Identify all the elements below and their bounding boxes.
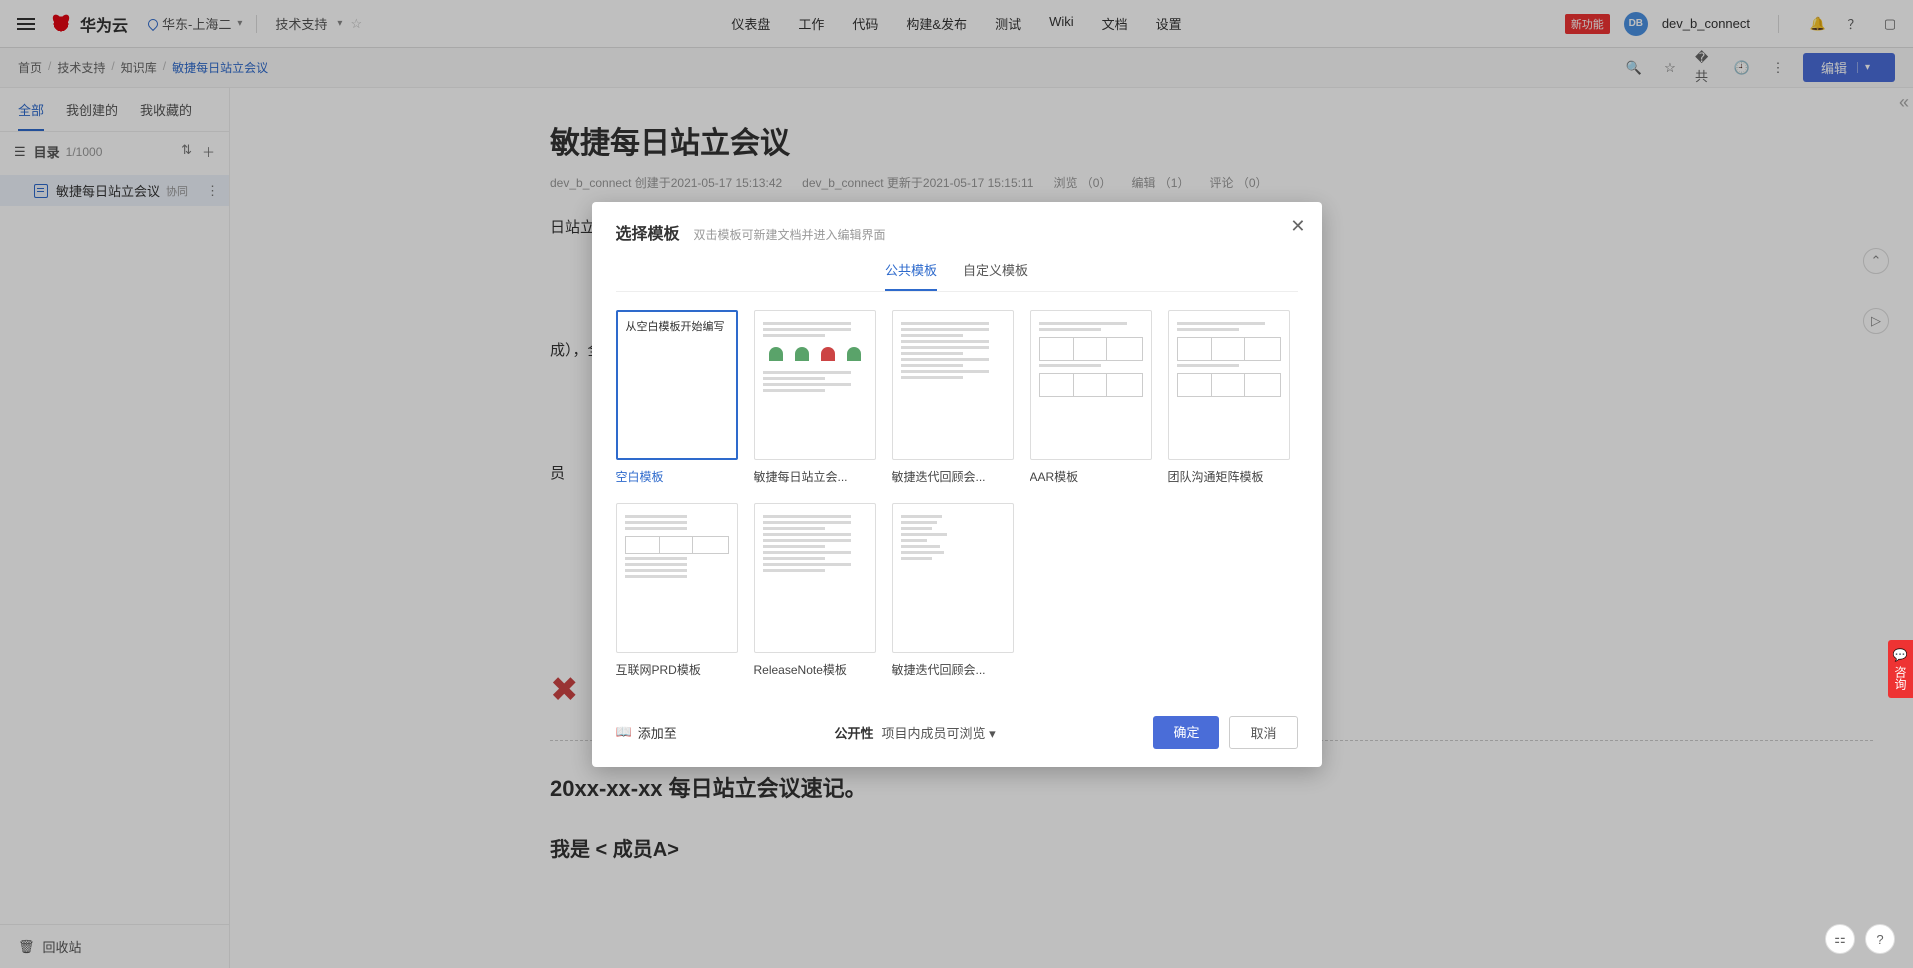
feedback-icon[interactable]: ⚏ xyxy=(1825,924,1855,954)
template-label: ReleaseNote模板 xyxy=(754,661,876,678)
modal-subtitle: 双击模板可新建文档并进入编辑界面 xyxy=(694,226,886,243)
ok-button[interactable]: 确定 xyxy=(1153,716,1219,749)
template-label: 空白模板 xyxy=(616,468,738,485)
cancel-button[interactable]: 取消 xyxy=(1229,716,1297,749)
modal-overlay: 选择模板 双击模板可新建文档并进入编辑界面 ✕ 公共模板 自定义模板 从空白模板… xyxy=(0,0,1913,968)
chat-icon: 💬 xyxy=(1893,648,1907,663)
template-card[interactable]: 敏捷每日站立会... xyxy=(754,310,876,485)
visibility-value[interactable]: 项目内成员可浏览 ▾ xyxy=(882,723,996,742)
book-icon: 📖 xyxy=(616,724,632,740)
modal-tab-public[interactable]: 公共模板 xyxy=(885,260,937,291)
close-icon[interactable]: ✕ xyxy=(1290,216,1305,237)
consult-tab[interactable]: 💬 咨询 xyxy=(1888,640,1913,698)
template-label: 敏捷迭代回顾会... xyxy=(892,468,1014,485)
visibility-label: 公开性 xyxy=(835,723,874,742)
template-card[interactable]: 敏捷迭代回顾会... xyxy=(892,310,1014,485)
modal-title: 选择模板 xyxy=(616,220,680,244)
template-card[interactable]: 敏捷迭代回顾会... xyxy=(892,503,1014,678)
template-modal: 选择模板 双击模板可新建文档并进入编辑界面 ✕ 公共模板 自定义模板 从空白模板… xyxy=(592,202,1322,767)
template-label: 敏捷每日站立会... xyxy=(754,468,876,485)
template-card[interactable]: 团队沟通矩阵模板 xyxy=(1168,310,1290,485)
add-to-selector[interactable]: 📖 添加至 xyxy=(616,723,677,742)
template-grid: 从空白模板开始编写空白模板敏捷每日站立会... 敏捷迭代回顾会... AAR模板团队… xyxy=(616,310,1298,678)
template-card[interactable]: ReleaseNote模板 xyxy=(754,503,876,678)
template-label: 互联网PRD模板 xyxy=(616,661,738,678)
template-card[interactable]: AAR模板 xyxy=(1030,310,1152,485)
template-label: 敏捷迭代回顾会... xyxy=(892,661,1014,678)
template-label: 团队沟通矩阵模板 xyxy=(1168,468,1290,485)
template-preview xyxy=(892,503,1014,653)
template-preview: 从空白模板开始编写 xyxy=(616,310,738,460)
help-icon[interactable]: ? xyxy=(1865,924,1895,954)
template-preview xyxy=(754,310,876,460)
template-card[interactable]: 互联网PRD模板 xyxy=(616,503,738,678)
template-preview xyxy=(1030,310,1152,460)
template-label: AAR模板 xyxy=(1030,468,1152,485)
add-to-label: 添加至 xyxy=(638,723,677,742)
template-preview xyxy=(1168,310,1290,460)
template-preview xyxy=(754,503,876,653)
template-preview xyxy=(616,503,738,653)
modal-tab-custom[interactable]: 自定义模板 xyxy=(963,260,1028,291)
template-card[interactable]: 从空白模板开始编写空白模板 xyxy=(616,310,738,485)
template-preview xyxy=(892,310,1014,460)
